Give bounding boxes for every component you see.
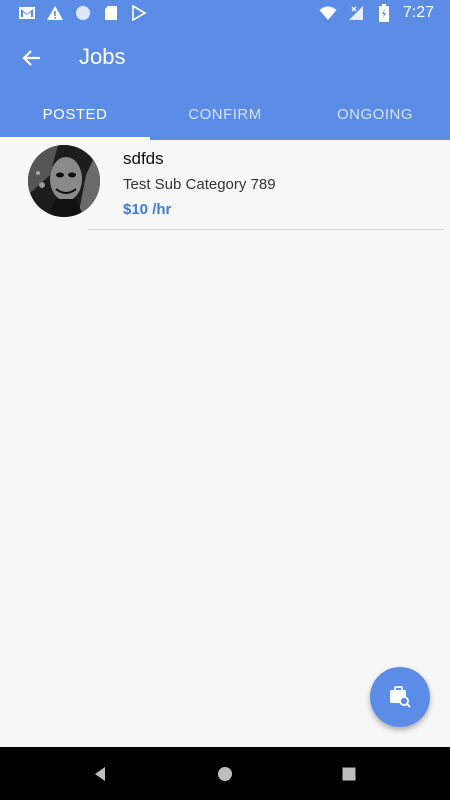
- job-subcategory: Test Sub Category 789: [123, 176, 276, 193]
- tab-ongoing[interactable]: ONGOING: [300, 88, 450, 140]
- recents-square-icon: [342, 767, 356, 781]
- status-left-icons: [18, 4, 148, 22]
- status-right-icons: 7:27: [319, 3, 434, 23]
- circle-icon: [74, 4, 92, 22]
- wifi-icon: [319, 4, 337, 22]
- divider: [88, 229, 444, 230]
- tab-bar: POSTED CONFIRM ONGOING: [0, 88, 450, 140]
- gmail-icon: [18, 4, 36, 22]
- warning-icon: [46, 4, 64, 22]
- toolbar: Jobs: [0, 28, 450, 88]
- arrow-back-icon: [22, 50, 40, 66]
- job-price: $10 /hr: [123, 201, 172, 218]
- job-list-item[interactable]: sdfds Test Sub Category 789 $10 /hr: [0, 140, 450, 232]
- tab-confirm[interactable]: CONFIRM: [150, 88, 300, 140]
- sd-card-icon: [102, 4, 120, 22]
- page-title: Jobs: [79, 44, 126, 69]
- battery-icon: [375, 4, 393, 22]
- back-button[interactable]: [14, 40, 50, 76]
- job-list: sdfds Test Sub Category 789 $10 /hr: [0, 140, 450, 747]
- status-time: 7:27: [402, 4, 434, 21]
- avatar: [28, 145, 100, 217]
- app-bar: 7:27 Jobs POSTED CONFIRM ONGOING: [0, 0, 450, 140]
- system-nav-bar: [0, 747, 450, 800]
- play-store-icon: [130, 4, 148, 22]
- home-circle-icon: [218, 767, 232, 781]
- nav-home-button[interactable]: [212, 761, 238, 787]
- signal-icon: [347, 4, 365, 22]
- tab-posted[interactable]: POSTED: [0, 88, 150, 140]
- nav-recents-button[interactable]: [336, 761, 362, 787]
- back-triangle-icon: [95, 767, 105, 781]
- fab-search-jobs-button[interactable]: [370, 667, 430, 727]
- status-bar: 7:27: [0, 0, 450, 28]
- briefcase-search-icon: [390, 686, 411, 708]
- nav-back-button[interactable]: [87, 761, 113, 787]
- job-title: sdfds: [123, 149, 164, 168]
